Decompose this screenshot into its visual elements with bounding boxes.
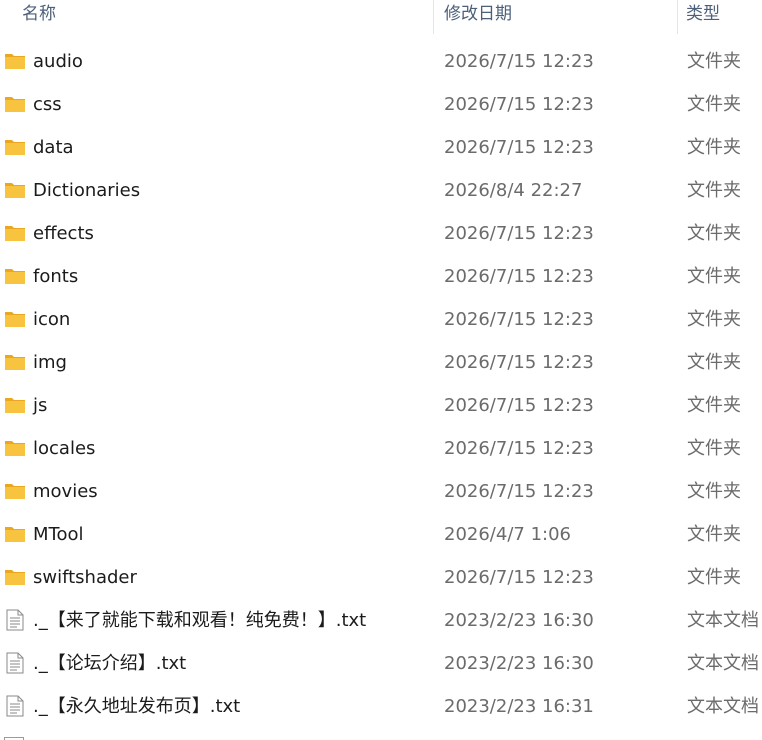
file-modified-date: 2026/7/15 12:23 [444, 481, 594, 502]
file-modified-date: 2026/7/15 12:23 [444, 352, 594, 373]
file-name: icon [33, 309, 71, 330]
file-modified-date: 2026/7/15 12:23 [444, 94, 594, 115]
column-header-name[interactable]: 名称 [22, 0, 56, 34]
file-type: 文本文档 [687, 653, 759, 674]
text-file-icon [4, 695, 26, 717]
file-modified-date: 2026/7/15 12:23 [444, 309, 594, 330]
file-name: MTool [33, 524, 84, 545]
file-row[interactable]: ._【来了就能下载和观看！纯免费！】.txt 2023/2/23 16:30 文本文… [0, 599, 762, 642]
folder-icon [4, 481, 26, 501]
file-name: ._【永久地址发布页】.txt [33, 696, 241, 717]
file-row[interactable]: Dictionaries 2026/8/4 22:27 文件夹 [0, 169, 762, 212]
file-name: locales [33, 438, 96, 459]
file-name: movies [33, 481, 98, 502]
file-type: 文件夹 [687, 395, 741, 416]
file-row[interactable]: MTool 2026/4/7 1:06 文件夹 [0, 513, 762, 556]
file-row[interactable]: js 2026/7/15 12:23 文件夹 [0, 384, 762, 427]
file-name: js [33, 395, 48, 416]
file-row[interactable]: audio 2026/7/15 12:23 文件夹 [0, 40, 762, 83]
file-name: effects [33, 223, 94, 244]
column-divider[interactable] [677, 0, 678, 34]
file-row[interactable]: fonts 2026/7/15 12:23 文件夹 [0, 255, 762, 298]
folder-icon [4, 395, 26, 415]
text-file-icon [4, 609, 26, 631]
file-type: 文本文档 [687, 696, 759, 717]
folder-icon [4, 94, 26, 114]
file-row[interactable]: icon 2026/7/15 12:23 文件夹 [0, 298, 762, 341]
file-modified-date: 2026/7/15 12:23 [444, 51, 594, 72]
folder-icon [4, 309, 26, 329]
folder-icon [4, 524, 26, 544]
file-type: 文件夹 [687, 352, 741, 373]
folder-icon [4, 137, 26, 157]
file-explorer-list: 名称 修改日期 类型 audio 2026/7/15 12:23 文件夹 css 202… [0, 0, 762, 740]
file-row[interactable]: movies 2026/7/15 12:23 文件夹 [0, 470, 762, 513]
column-header-date[interactable]: 修改日期 [444, 0, 512, 34]
file-row[interactable]: img 2026/7/15 12:23 文件夹 [0, 341, 762, 384]
file-modified-date: 2023/2/23 16:30 [444, 610, 594, 631]
file-row[interactable]: locales 2026/7/15 12:23 文件夹 [0, 427, 762, 470]
file-type: 文件夹 [687, 51, 741, 72]
file-row[interactable]: ._【永久地址发布页】.txt 2023/2/23 16:31 文本文档 [0, 685, 762, 728]
file-name: swiftshader [33, 567, 137, 588]
file-name: fonts [33, 266, 79, 287]
folder-icon [4, 438, 26, 458]
folder-icon [4, 567, 26, 587]
file-name: css [33, 94, 62, 115]
file-type: 文件夹 [687, 481, 741, 502]
file-modified-date: 2026/7/15 12:23 [444, 438, 594, 459]
file-type: 文件夹 [687, 567, 741, 588]
file-name: data [33, 137, 74, 158]
file-modified-date: 2026/8/4 22:27 [444, 180, 583, 201]
file-name: ._【论坛介绍】.txt [33, 653, 187, 674]
file-row[interactable]: swiftshader 2026/7/15 12:23 文件夹 [0, 556, 762, 599]
file-type: 文件夹 [687, 524, 741, 545]
file-type: 文件夹 [687, 309, 741, 330]
file-name: ._【来了就能下载和观看！纯免费！】.txt [33, 610, 367, 631]
text-file-icon [4, 652, 26, 674]
file-modified-date: 2026/7/15 12:23 [444, 223, 594, 244]
column-header-type[interactable]: 类型 [686, 0, 720, 34]
file-modified-date: 2026/7/15 12:23 [444, 137, 594, 158]
folder-icon [4, 180, 26, 200]
folder-icon [4, 266, 26, 286]
file-name: Dictionaries [33, 180, 141, 201]
file-modified-date: 2026/4/7 1:06 [444, 524, 571, 545]
file-type: 文件夹 [687, 438, 741, 459]
folder-icon [4, 223, 26, 243]
column-divider[interactable] [433, 0, 434, 34]
file-type: 文件夹 [687, 223, 741, 244]
file-modified-date: 2026/7/15 12:23 [444, 266, 594, 287]
file-modified-date: 2026/7/15 12:23 [444, 395, 594, 416]
file-type: 文件夹 [687, 266, 741, 287]
file-modified-date: 2023/2/23 16:30 [444, 653, 594, 674]
file-modified-date: 2026/7/15 12:23 [444, 567, 594, 588]
file-name: img [33, 352, 67, 373]
file-type: 文本文档 [687, 610, 759, 631]
file-row[interactable]: data 2026/7/15 12:23 文件夹 [0, 126, 762, 169]
file-name: audio [33, 51, 83, 72]
file-modified-date: 2023/2/23 16:31 [444, 696, 594, 717]
file-row[interactable]: ._【论坛介绍】.txt 2023/2/23 16:30 文本文档 [0, 642, 762, 685]
file-type: 文件夹 [687, 180, 741, 201]
file-type: 文件夹 [687, 94, 741, 115]
file-type: 文件夹 [687, 137, 741, 158]
folder-icon [4, 352, 26, 372]
file-row[interactable]: css 2026/7/15 12:23 文件夹 [0, 83, 762, 126]
column-header: 名称 修改日期 类型 [0, 0, 762, 34]
file-row[interactable]: effects 2026/7/15 12:23 文件夹 [0, 212, 762, 255]
folder-icon [4, 51, 26, 71]
file-list: audio 2026/7/15 12:23 文件夹 css 2026/7/15 12:2… [0, 40, 762, 728]
